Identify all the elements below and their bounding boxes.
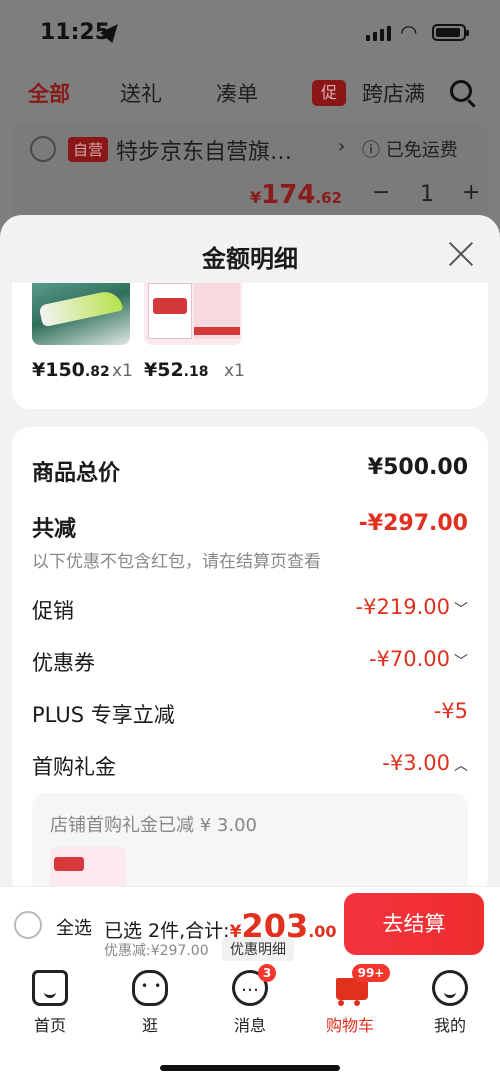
total-price-row: 商品总价 ¥500.00 <box>32 455 468 491</box>
free-shipping-text: 已免运费 <box>385 140 458 161</box>
product-image-pack[interactable] <box>144 283 242 345</box>
tab-messages-label: 消息 <box>233 1016 266 1035</box>
plus-value: -¥5 <box>433 699 468 723</box>
battery-icon <box>432 24 469 41</box>
discount-note: 以下优惠不包含红包，请在结算页查看 <box>32 552 321 572</box>
tab-stroll[interactable]: 逛 <box>100 964 200 1044</box>
promo-row[interactable]: 促销 -¥219.00 ﹀ <box>32 595 468 631</box>
discount-detail-button[interactable]: 优惠明细 <box>222 937 294 961</box>
store-card: 自营 特步京东自营旗… › ⓘ 已免运费 ¥174.62 − 1 + <box>12 122 488 222</box>
total-reduction-row: 共减 -¥297.00 <box>32 511 468 547</box>
sheet-title: 金额明细 <box>202 245 298 273</box>
minus-button[interactable]: − <box>372 180 390 205</box>
cellular-signal-icon <box>366 26 391 41</box>
product-image-shoe[interactable] <box>32 283 130 345</box>
message-badge: 3 <box>258 964 276 982</box>
cart-filter-tabs: 全部 送礼 凑单 跨店满 <box>0 64 500 120</box>
promo-tag: 促 <box>312 80 346 106</box>
first-purchase-text: 店铺首购礼金已减 ¥ 3.00 <box>50 815 257 836</box>
checkout-bar: 全选 已选 2件,合计:¥203.00 优惠减:¥297.00 优惠明细 去结算 <box>0 886 500 964</box>
tab-home-label: 首页 <box>33 1016 66 1035</box>
quantity-value[interactable]: 1 <box>420 182 434 207</box>
chevron-right-icon: › <box>338 136 346 157</box>
tab-cross-store[interactable]: 跨店满 <box>362 78 425 108</box>
product-qty: x1 <box>112 361 133 381</box>
chevron-up-icon: ︿ <box>454 758 468 774</box>
self-operated-badge: 自营 <box>68 137 109 162</box>
promo-value: -¥219.00 ﹀ <box>355 595 468 619</box>
store-checkbox[interactable] <box>30 136 56 162</box>
coupon-row[interactable]: 优惠券 -¥70.00 ﹀ <box>32 647 468 683</box>
chevron-down-icon: ﹀ <box>454 654 468 670</box>
first-label: 首购礼金 <box>32 755 116 779</box>
reduction-value: -¥297.00 <box>358 511 468 536</box>
product-thumbnail <box>50 847 126 891</box>
tab-me[interactable]: 我的 <box>400 964 500 1044</box>
tab-messages[interactable]: 3 消息 <box>200 964 300 1044</box>
first-purchase-row[interactable]: 首购礼金 -¥3.00 ︿ <box>32 751 468 787</box>
coupon-value: -¥70.00 ﹀ <box>368 647 468 671</box>
summary-prefix: 已选 2件,合计: <box>104 920 230 942</box>
checkout-button[interactable]: 去结算 <box>344 893 484 955</box>
free-shipping-label: ⓘ 已免运费 <box>362 140 458 161</box>
home-icon <box>32 970 68 1006</box>
plus-discount-row: PLUS 专享立减 -¥5 <box>32 699 468 735</box>
reduction-label: 共减 <box>32 517 77 542</box>
price-yen: ¥ <box>250 188 262 207</box>
tab-cart[interactable]: 99+ 购物车 <box>300 964 400 1044</box>
plus-label: PLUS 专享立减 <box>32 703 175 727</box>
cart-badge: 99+ <box>352 964 390 982</box>
item-price: ¥174.62 <box>250 180 342 210</box>
products-card: ¥150.82 x1 ¥52.18 x1 <box>12 283 488 409</box>
wifi-icon: ◠ <box>400 20 418 44</box>
tab-stroll-label: 逛 <box>141 1016 158 1035</box>
tab-home[interactable]: 首页 <box>0 964 100 1044</box>
product-price: ¥52.18 <box>144 359 209 381</box>
store-name[interactable]: 特步京东自营旗… <box>116 134 292 166</box>
product-price: ¥150.82 <box>32 359 110 381</box>
plus-button[interactable]: + <box>462 180 480 205</box>
discount-amount: 优惠减:¥297.00 <box>104 943 209 959</box>
select-all-checkbox[interactable] <box>14 911 42 939</box>
tab-bundle[interactable]: 凑单 <box>216 78 258 108</box>
amount-detail-sheet: 金额明细 ¥150.82 x1 ¥52.18 x1 商品总价 ¥500.00 共… <box>0 215 500 891</box>
total-value: ¥500.00 <box>367 455 468 480</box>
promo-label: 促销 <box>32 599 74 623</box>
chevron-down-icon: ﹀ <box>454 602 468 618</box>
product-qty: x1 <box>224 361 245 381</box>
select-all-label[interactable]: 全选 <box>56 914 92 940</box>
close-icon[interactable] <box>448 241 474 267</box>
first-value: -¥3.00 ︿ <box>382 751 468 775</box>
search-icon[interactable] <box>450 80 472 102</box>
profile-icon <box>432 970 468 1006</box>
quantity-stepper: − 1 + <box>372 180 482 212</box>
coupon-label: 优惠券 <box>32 651 95 675</box>
price-int: 174 <box>261 180 316 210</box>
price-breakdown-card: 商品总价 ¥500.00 共减 -¥297.00 以下优惠不包含红包，请在结算页… <box>12 427 488 891</box>
tab-me-label: 我的 <box>433 1016 466 1035</box>
bottom-tab-bar: 首页 逛 3 消息 99+ 购物车 我的 <box>0 964 500 1083</box>
price-dec: .62 <box>315 189 342 207</box>
tab-gift[interactable]: 送礼 <box>120 78 162 108</box>
stroll-icon <box>132 970 168 1006</box>
first-purchase-detail: 店铺首购礼金已减 ¥ 3.00 <box>32 793 468 891</box>
status-bar: 11:25 ◠ <box>0 0 500 64</box>
home-indicator <box>160 1065 340 1071</box>
tab-cart-label: 购物车 <box>325 1016 374 1035</box>
total-label: 商品总价 <box>32 461 121 486</box>
tab-all[interactable]: 全部 <box>28 78 70 108</box>
